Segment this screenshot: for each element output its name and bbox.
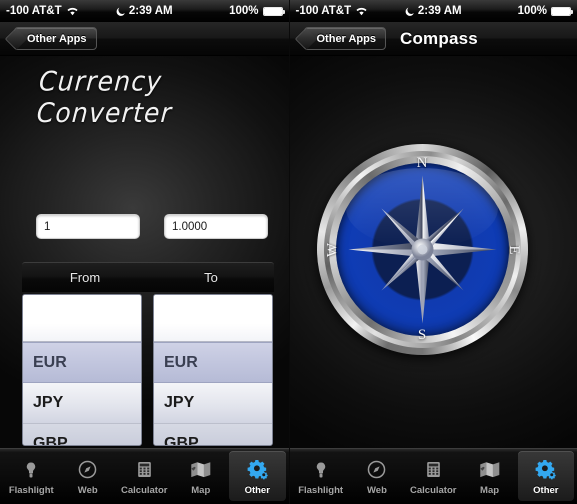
- moon-icon: [405, 6, 415, 17]
- picker-row[interactable]: JPY: [154, 383, 272, 424]
- tab-label: Other: [533, 484, 559, 496]
- tab-web[interactable]: Web: [60, 451, 117, 501]
- picker-row-selected-from[interactable]: EUR: [23, 342, 141, 383]
- gear-icon: [533, 457, 559, 483]
- tab-calculator[interactable]: Calculator: [116, 451, 173, 501]
- tab-label: Other: [244, 484, 270, 496]
- status-time: 2:39 AM: [128, 5, 173, 17]
- amount-input[interactable]: 1: [36, 214, 140, 239]
- picker-row[interactable]: [154, 295, 272, 342]
- gear-icon: [244, 457, 270, 483]
- other-apps-back-label: Other Apps: [27, 32, 87, 45]
- battery-percent: 100%: [517, 5, 547, 17]
- compass-label-south: S: [417, 327, 427, 343]
- compass-label-west: W: [324, 242, 341, 257]
- battery-icon: [262, 6, 285, 16]
- compass-widget: N E S W: [316, 144, 528, 355]
- picker-column-header-from: From: [69, 270, 101, 285]
- battery-percent: 100%: [229, 5, 259, 17]
- tab-bar-right: Flashlight Web Calculator Map Other: [289, 448, 577, 504]
- currency-picker: From To EUR JPY GBP EUR JPY GBP: [22, 262, 274, 446]
- page-title: Currency Converter: [35, 65, 174, 129]
- compass-web-icon: [364, 457, 390, 483]
- map-icon: [477, 457, 503, 483]
- calculator-icon: [420, 457, 446, 483]
- map-icon: [188, 457, 214, 483]
- compass-label-north: N: [416, 155, 428, 171]
- nav-title-right: Compass: [400, 28, 478, 48]
- converter-fields: 1 1.0000: [0, 214, 289, 242]
- compass-label-east: E: [506, 244, 523, 255]
- tab-bar-left: Flashlight Web Calculator Map Other: [0, 448, 289, 504]
- result-input-value: 1.0000: [172, 220, 208, 233]
- compass-rose: [336, 163, 509, 336]
- right-panel-compass: -100 AT&T 2:39 AM 100% Other Apps Compas…: [288, 0, 577, 504]
- picker-wheels: EUR JPY GBP EUR JPY GBP: [22, 292, 274, 446]
- calculator-icon: [131, 457, 157, 483]
- picker-row[interactable]: JPY: [23, 383, 141, 424]
- nav-bar-left: Other Apps: [0, 22, 289, 56]
- compass-body: N E S W Flashlight Web Calculator Map Ot…: [289, 56, 577, 504]
- status-right-group: 100%: [229, 5, 285, 17]
- tab-label: Calculator: [121, 484, 168, 496]
- status-time: 2:39 AM: [417, 5, 462, 17]
- picker-row[interactable]: GBP: [23, 424, 141, 445]
- other-apps-back-label: Other Apps: [316, 32, 377, 45]
- tab-map[interactable]: Map: [461, 451, 517, 501]
- picker-row[interactable]: GBP: [154, 424, 272, 445]
- other-apps-back-button[interactable]: Other Apps: [303, 27, 386, 50]
- compass-web-icon: [75, 457, 101, 483]
- amount-input-value: 1: [44, 220, 51, 233]
- tab-label: Web: [77, 484, 98, 496]
- status-bar-right: -100 AT&T 2:39 AM 100%: [289, 0, 577, 22]
- battery-icon: [551, 6, 574, 16]
- moon-icon: [116, 6, 126, 17]
- tab-web[interactable]: Web: [349, 451, 405, 501]
- picker-column-header-to: To: [204, 270, 218, 285]
- flashlight-icon: [308, 457, 334, 483]
- tab-label: Calculator: [410, 484, 457, 496]
- tab-label: Map: [191, 484, 211, 496]
- dual-screenshot: -100 AT&T 2:39 AM 100% Other Apps Curren…: [0, 0, 577, 504]
- status-bar-left: -100 AT&T 2:39 AM 100%: [0, 0, 289, 22]
- tab-label: Flashlight: [298, 484, 344, 496]
- picker-wheel-to[interactable]: EUR JPY GBP: [153, 294, 273, 446]
- tab-other[interactable]: Other: [517, 451, 574, 501]
- tab-label: Web: [367, 484, 387, 496]
- picker-wheel-from[interactable]: EUR JPY GBP: [22, 294, 142, 446]
- tab-label: Map: [480, 484, 500, 496]
- nav-bar-right: Other Apps Compass: [289, 22, 577, 56]
- picker-header: From To: [22, 262, 274, 292]
- currency-converter-body: Currency Converter 1 1.0000 From To EUR …: [0, 56, 289, 504]
- status-right-group: 100%: [517, 5, 574, 17]
- left-panel-currency-converter: -100 AT&T 2:39 AM 100% Other Apps Curren…: [0, 0, 289, 504]
- tab-calculator[interactable]: Calculator: [405, 451, 461, 501]
- other-apps-back-button[interactable]: Other Apps: [14, 27, 97, 50]
- picker-row[interactable]: [23, 295, 141, 342]
- tab-map[interactable]: Map: [173, 451, 230, 501]
- picker-row-selected-to[interactable]: EUR: [154, 342, 272, 383]
- flashlight-icon: [18, 457, 44, 483]
- tab-label: Flashlight: [8, 484, 54, 496]
- tab-other[interactable]: Other: [229, 451, 286, 501]
- result-input[interactable]: 1.0000: [164, 214, 268, 239]
- tab-flashlight[interactable]: Flashlight: [3, 451, 60, 501]
- tab-flashlight[interactable]: Flashlight: [293, 451, 349, 501]
